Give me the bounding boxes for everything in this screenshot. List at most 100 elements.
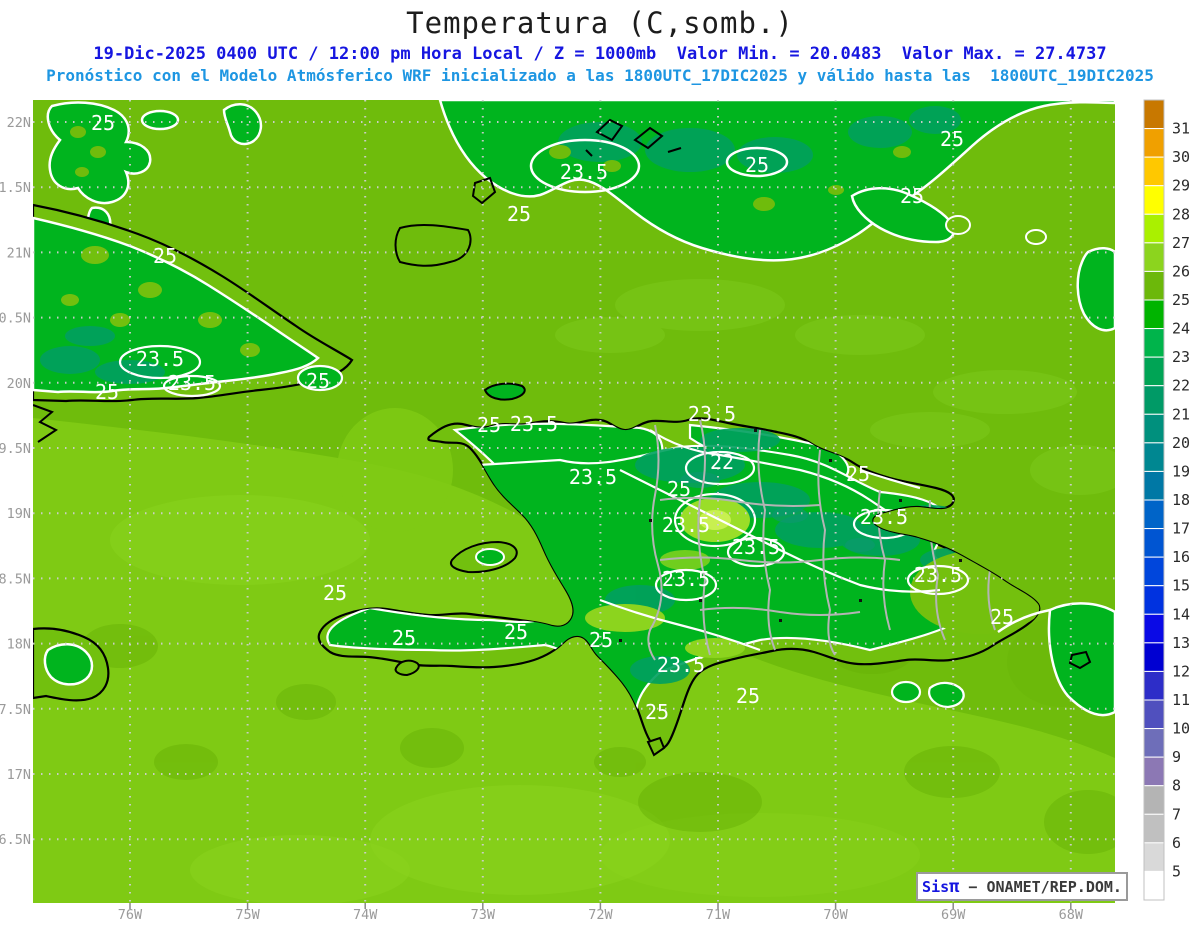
warm-patch <box>110 495 370 585</box>
colorbar-label: 17 <box>1172 520 1190 538</box>
contour-label: 23.5 <box>168 371 216 395</box>
contour-label: 23.5 <box>732 535 780 559</box>
colorbar-cell <box>1143 470 1165 501</box>
map-area: 2523.5252525252523.523.525 2525 23.5 23.523… <box>33 100 1115 903</box>
branding-box: Sis π − ONAMET/REP.DOM. <box>916 872 1128 901</box>
lon-label: 73W <box>471 907 496 923</box>
colorbar-cell <box>1143 756 1165 787</box>
colorbar-label: 21 <box>1172 405 1190 423</box>
colorbar-cell <box>1143 556 1165 587</box>
contour-label: 25 <box>667 477 691 501</box>
colorbar-cell <box>1143 213 1165 244</box>
colorbar-label: 14 <box>1172 605 1190 623</box>
lat-label: 0.5N <box>0 311 31 327</box>
contour-label: 25 <box>95 380 119 404</box>
colorbar-label: 19 <box>1172 462 1190 480</box>
lat-label: 1.5N <box>0 180 31 196</box>
colorbar-cell <box>1143 528 1165 558</box>
lat-label: 21N <box>7 245 31 261</box>
colorbar-cell <box>1143 442 1165 472</box>
colorbar-label: 23 <box>1172 348 1190 366</box>
colorbar-cell <box>1143 128 1165 158</box>
lon-label: 74W <box>353 907 378 923</box>
lat-label: 6.5N <box>0 832 31 848</box>
contour-label: 23.5 <box>560 160 608 184</box>
contour-label: 25 <box>504 620 528 644</box>
colorbar-label: 5 <box>1172 862 1181 880</box>
contour-label: 23.5 <box>662 567 710 591</box>
contour-label: 25 <box>153 244 177 268</box>
colorbar-cell <box>1143 585 1165 615</box>
colorbar-label: 12 <box>1172 662 1190 680</box>
colorbar-label: 18 <box>1172 491 1190 509</box>
colorbar-cell <box>1143 870 1165 901</box>
colorbar-cell <box>1143 156 1165 187</box>
lat-label: 19N <box>7 506 31 522</box>
contour-label: 23.5 <box>136 347 184 371</box>
lon-label: 75W <box>235 907 260 923</box>
colorbar-cell <box>1143 842 1165 872</box>
colorbar-label: 7 <box>1172 805 1181 823</box>
colorbar-cell <box>1143 785 1165 815</box>
map-canvas: 2523.5252525252523.523.525 2525 23.5 23.523… <box>0 99 1190 923</box>
lon-label: 72W <box>588 907 613 923</box>
contour-label: 25 <box>745 153 769 177</box>
colorbar-cell <box>1143 270 1165 301</box>
pi-icon: π <box>949 876 960 897</box>
contour-label: 25 <box>990 605 1014 629</box>
colorbar-label: 9 <box>1172 748 1181 766</box>
contour-label: 25 <box>323 581 347 605</box>
colorbar-label: 30 <box>1172 148 1190 166</box>
tortuga-island <box>483 382 526 401</box>
sispi-logo-text: Sis <box>922 877 950 896</box>
contour-label: 23.5 <box>510 412 558 436</box>
colorbar-label: 28 <box>1172 205 1190 223</box>
colorbar-cell <box>1143 499 1165 530</box>
contour-label: 25 <box>736 684 760 708</box>
contour-label: 25 <box>507 202 531 226</box>
warm-patch <box>600 813 920 897</box>
colorbar-cell <box>1143 356 1165 387</box>
contour-label: 23.5 <box>657 653 705 677</box>
contour-label: 25 <box>306 369 330 393</box>
contour-label: 25 <box>846 462 870 486</box>
lat-label: 17N <box>7 767 31 783</box>
colorbar-label: 13 <box>1172 634 1190 652</box>
contour-label: 25 <box>589 628 613 652</box>
lat-label: 18N <box>7 637 31 653</box>
colorbar-label: 15 <box>1172 577 1190 595</box>
contour-label: 25 <box>900 184 924 208</box>
colorbar-label: 31 <box>1172 120 1190 138</box>
contour-label: 23.5 <box>860 505 908 529</box>
colorbar-label: 10 <box>1172 720 1190 738</box>
colorbar-label: 26 <box>1172 262 1190 280</box>
colorbar-label: 16 <box>1172 548 1190 566</box>
contour-label: 23.5 <box>662 513 710 537</box>
lon-label: 71W <box>706 907 731 923</box>
lon-label: 68W <box>1059 907 1084 923</box>
contour-label: 22 <box>710 450 734 474</box>
lon-label: 76W <box>118 907 143 923</box>
lat-label: 8.5N <box>0 571 31 587</box>
colorbar-label: 25 <box>1172 291 1190 309</box>
colorbar-cell <box>1143 728 1165 758</box>
colorbar-cell <box>1143 242 1165 272</box>
colorbar-label: 8 <box>1172 777 1181 795</box>
lat-label: 20N <box>7 376 31 392</box>
colorbar-cell <box>1143 613 1165 644</box>
lat-label: 22N <box>7 115 31 131</box>
colorbar-cell <box>1143 299 1165 330</box>
colorbar-cell <box>1143 642 1165 672</box>
contour-label: 25 <box>645 700 669 724</box>
colorbar-label: 6 <box>1172 834 1181 852</box>
colorbar-cell <box>1143 699 1165 730</box>
contour-label: 25 <box>940 127 964 151</box>
colorbar-label: 24 <box>1172 320 1190 338</box>
lat-label: 9.5N <box>0 441 31 457</box>
contour-label: 23.5 <box>914 563 962 587</box>
colorbar-label: 22 <box>1172 377 1190 395</box>
colorbar-cell <box>1143 328 1165 358</box>
lat-label: 7.5N <box>0 702 31 718</box>
lon-label: 69W <box>941 907 966 923</box>
contour-label: 25 <box>392 626 416 650</box>
